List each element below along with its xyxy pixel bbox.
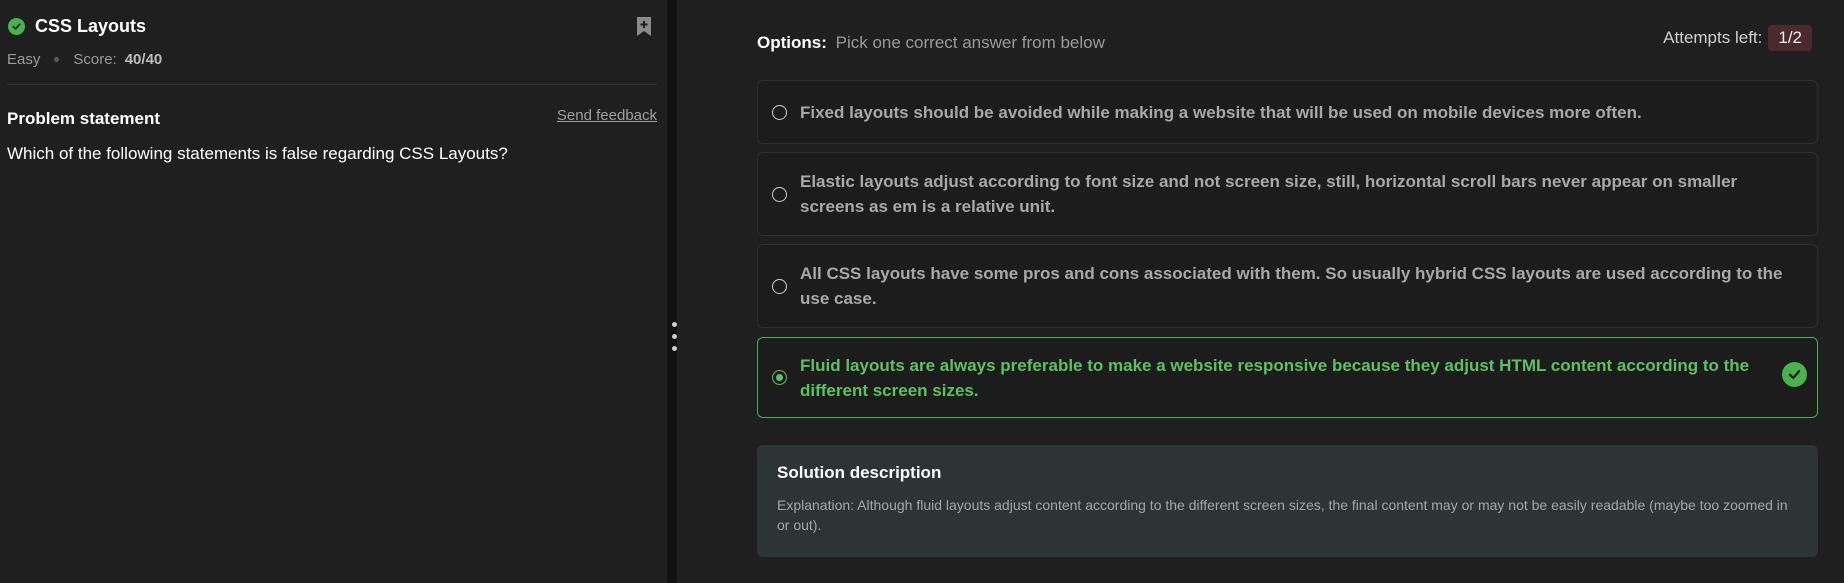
send-feedback-link[interactable]: Send feedback xyxy=(557,107,657,124)
option-text: Elastic layouts adjust according to font… xyxy=(800,172,1738,216)
check-circle-icon xyxy=(8,18,25,35)
problem-panel: CSS Layouts Easy Score: 40/40 Problem st… xyxy=(0,0,667,583)
score-label: Score: xyxy=(73,51,117,68)
options-instruction: Pick one correct answer from below xyxy=(835,33,1105,52)
option-4-correct[interactable]: Fluid layouts are always preferable to m… xyxy=(757,337,1818,418)
option-1[interactable]: Fixed layouts should be avoided while ma… xyxy=(757,80,1818,144)
solution-card: Solution description Explanation: Althou… xyxy=(757,445,1818,557)
difficulty-label: Easy xyxy=(7,51,41,68)
option-text: Fixed layouts should be avoided while ma… xyxy=(800,102,1642,122)
answer-panel: Options: Pick one correct answer from be… xyxy=(677,0,1844,583)
problem-statement-text: Which of the following statements is fal… xyxy=(7,144,508,163)
radio-button-selected[interactable] xyxy=(772,370,787,385)
solution-text: Explanation: Although fluid layouts adju… xyxy=(777,497,1788,533)
solution-heading: Solution description xyxy=(777,463,942,482)
radio-button[interactable] xyxy=(772,104,787,120)
options-header: Options: Pick one correct answer from be… xyxy=(757,33,1105,53)
radio-button[interactable] xyxy=(772,186,787,202)
check-circle-icon xyxy=(1782,362,1807,387)
attempts-badge: 1/2 xyxy=(1768,25,1812,51)
attempts-left: Attempts left: 1/2 xyxy=(1663,25,1812,51)
radio-button[interactable] xyxy=(772,278,787,294)
option-3[interactable]: All CSS layouts have some pros and cons … xyxy=(757,244,1818,328)
problem-title-row: CSS Layouts xyxy=(8,16,146,37)
attempts-label: Attempts left: xyxy=(1663,28,1763,47)
divider xyxy=(7,84,657,85)
options-label: Options: xyxy=(757,33,827,52)
option-2[interactable]: Elastic layouts adjust according to font… xyxy=(757,152,1818,236)
score-value: 40/40 xyxy=(124,51,163,68)
app: CSS Layouts Easy Score: 40/40 Problem st… xyxy=(0,0,1844,583)
panel-splitter[interactable] xyxy=(667,0,677,583)
problem-meta: Easy Score: 40/40 xyxy=(7,51,162,68)
problem-title: CSS Layouts xyxy=(35,16,147,36)
option-text: All CSS layouts have some pros and cons … xyxy=(800,264,1783,308)
bookmark-add-icon[interactable] xyxy=(635,16,655,38)
option-text: Fluid layouts are always preferable to m… xyxy=(800,355,1750,400)
problem-statement-heading: Problem statement xyxy=(7,109,161,128)
separator-dot xyxy=(54,57,60,62)
